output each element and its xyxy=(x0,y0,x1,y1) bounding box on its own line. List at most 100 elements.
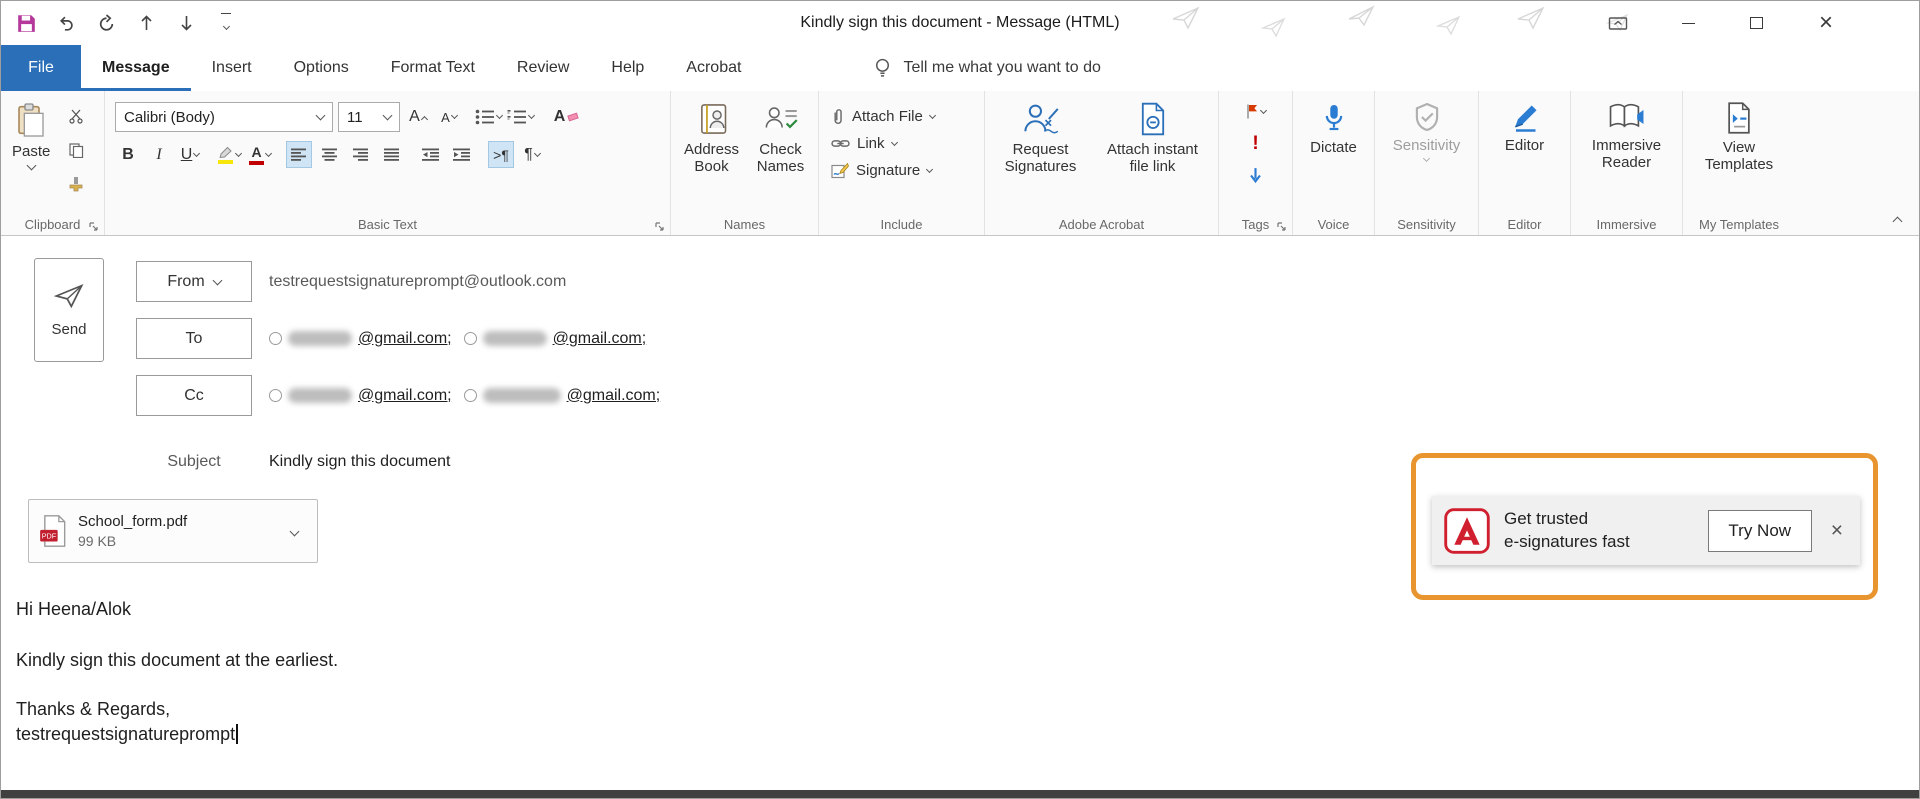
immersive-reader-icon xyxy=(1608,102,1646,132)
recipient-address[interactable]: @gmail.com; xyxy=(358,330,452,348)
paragraph-marks-button[interactable]: ¶ xyxy=(519,141,545,168)
toast-line-1: Get trusted xyxy=(1504,508,1630,531)
tab-options[interactable]: Options xyxy=(273,45,370,91)
align-left-button[interactable] xyxy=(286,141,312,168)
customize-qat-button[interactable] xyxy=(215,11,237,35)
attach-file-button[interactable]: Attach File xyxy=(831,103,978,130)
decrease-indent-button[interactable] xyxy=(418,141,444,168)
paste-button[interactable]: Paste xyxy=(7,99,55,211)
recipient-address[interactable]: @gmail.com; xyxy=(567,387,661,405)
format-painter-button[interactable] xyxy=(63,170,89,197)
link-button[interactable]: Link xyxy=(831,130,978,157)
tab-acrobat[interactable]: Acrobat xyxy=(665,45,762,91)
link-icon xyxy=(831,138,850,149)
to-recipients-field[interactable]: @gmail.com; @gmail.com; xyxy=(269,318,646,359)
attach-instant-file-link-button[interactable]: Attach instant file link xyxy=(1097,99,1209,211)
move-up-button[interactable] xyxy=(135,11,157,35)
collapse-ribbon-button[interactable] xyxy=(1893,217,1903,227)
justify-button[interactable] xyxy=(379,141,405,168)
subject-label: Subject xyxy=(136,444,252,480)
signature-button[interactable]: Signature xyxy=(831,157,978,184)
clipboard-group-label: Clipboard xyxy=(1,217,104,232)
from-button[interactable]: From xyxy=(136,261,252,302)
redo-button[interactable] xyxy=(95,11,117,35)
to-label: To xyxy=(186,330,203,348)
check-names-button[interactable]: Check Names xyxy=(750,99,812,211)
font-name-value: Calibri (Body) xyxy=(124,109,215,126)
attachment-options-button[interactable] xyxy=(282,522,307,540)
underline-button[interactable]: U xyxy=(177,141,203,168)
numbering-button[interactable] xyxy=(507,104,534,131)
paste-icon xyxy=(15,102,47,138)
italic-button[interactable]: I xyxy=(146,141,172,168)
recipient-address[interactable]: @gmail.com; xyxy=(553,330,647,348)
increase-indent-button[interactable] xyxy=(449,141,475,168)
align-center-button[interactable] xyxy=(317,141,343,168)
shrink-font-button[interactable]: A xyxy=(436,104,462,131)
clipboard-small-buttons xyxy=(63,99,89,211)
font-color-button[interactable]: A xyxy=(247,141,273,168)
font-size-select[interactable]: 11 xyxy=(338,102,400,132)
to-button[interactable]: To xyxy=(136,318,252,359)
ribbon-display-options-button[interactable] xyxy=(1595,1,1641,45)
request-signatures-button[interactable]: Request Signatures xyxy=(995,99,1087,211)
follow-up-flag-button[interactable] xyxy=(1243,98,1269,125)
group-sensitivity: Sensitivity Sensitivity xyxy=(1375,91,1479,235)
maximize-button[interactable] xyxy=(1733,1,1779,45)
chevron-down-icon xyxy=(1260,106,1267,113)
presence-icon xyxy=(269,332,282,345)
tab-review[interactable]: Review xyxy=(496,45,590,91)
grow-font-button[interactable]: A xyxy=(405,104,431,131)
message-body[interactable]: Hi Heena/Alok Kindly sign this document … xyxy=(16,599,338,745)
body-line: Kindly sign this document at the earlies… xyxy=(16,650,338,671)
move-down-button[interactable] xyxy=(175,11,197,35)
font-name-select[interactable]: Calibri (Body) xyxy=(115,102,333,132)
cc-button[interactable]: Cc xyxy=(136,375,252,416)
align-right-button[interactable] xyxy=(348,141,374,168)
dictate-label: Dictate xyxy=(1310,139,1357,156)
save-button[interactable] xyxy=(15,11,37,35)
tab-file[interactable]: File xyxy=(1,45,81,91)
tell-me-box[interactable]: Tell me what you want to do xyxy=(874,45,1100,91)
high-importance-button[interactable]: ! xyxy=(1243,130,1269,157)
align-center-icon xyxy=(322,148,338,162)
bullets-button[interactable] xyxy=(475,104,502,131)
blue-down-arrow-icon xyxy=(1249,167,1262,184)
address-book-button[interactable]: Address Book xyxy=(678,99,746,211)
subject-field[interactable]: Kindly sign this document xyxy=(269,444,450,480)
copy-button[interactable] xyxy=(63,136,89,163)
chevron-down-icon xyxy=(926,165,933,172)
low-importance-button[interactable] xyxy=(1243,162,1269,189)
ltr-direction-button[interactable]: >¶ xyxy=(488,141,514,168)
tab-help[interactable]: Help xyxy=(590,45,665,91)
group-my-templates: View Templates My Templates xyxy=(1683,91,1795,235)
toast-close-button[interactable]: × xyxy=(1826,519,1848,543)
minimize-icon xyxy=(1682,23,1695,24)
clear-formatting-button[interactable]: A xyxy=(553,104,579,131)
tags-group-label: Tags xyxy=(1219,217,1292,232)
decrease-indent-icon xyxy=(422,148,440,162)
try-now-button[interactable]: Try Now xyxy=(1708,510,1812,552)
editor-button[interactable]: Editor xyxy=(1500,99,1549,211)
dictate-button[interactable]: Dictate xyxy=(1305,99,1362,211)
paste-dropdown-icon[interactable] xyxy=(26,161,36,171)
increase-indent-icon xyxy=(453,148,471,162)
tab-format-text[interactable]: Format Text xyxy=(370,45,496,91)
tab-message[interactable]: Message xyxy=(81,45,191,91)
cut-button[interactable] xyxy=(63,102,89,129)
close-button[interactable]: × xyxy=(1803,1,1849,45)
text-highlight-button[interactable] xyxy=(216,141,242,168)
immersive-reader-button[interactable]: Immersive Reader xyxy=(1581,99,1673,211)
chevron-down-icon xyxy=(1423,155,1430,162)
recipient-address[interactable]: @gmail.com; xyxy=(358,387,452,405)
cc-recipients-field[interactable]: @gmail.com; @gmail.com; xyxy=(269,375,660,416)
bold-button[interactable]: B xyxy=(115,141,141,168)
attachment-card[interactable]: PDF School_form.pdf 99 KB xyxy=(28,499,318,563)
view-templates-button[interactable]: View Templates xyxy=(1696,99,1782,211)
tab-insert[interactable]: Insert xyxy=(191,45,273,91)
sensitivity-button[interactable]: Sensitivity xyxy=(1388,99,1466,211)
send-button[interactable]: Send xyxy=(34,258,104,362)
minimize-button[interactable] xyxy=(1665,1,1711,45)
chevron-down-icon xyxy=(890,138,897,145)
undo-button[interactable] xyxy=(55,11,77,35)
